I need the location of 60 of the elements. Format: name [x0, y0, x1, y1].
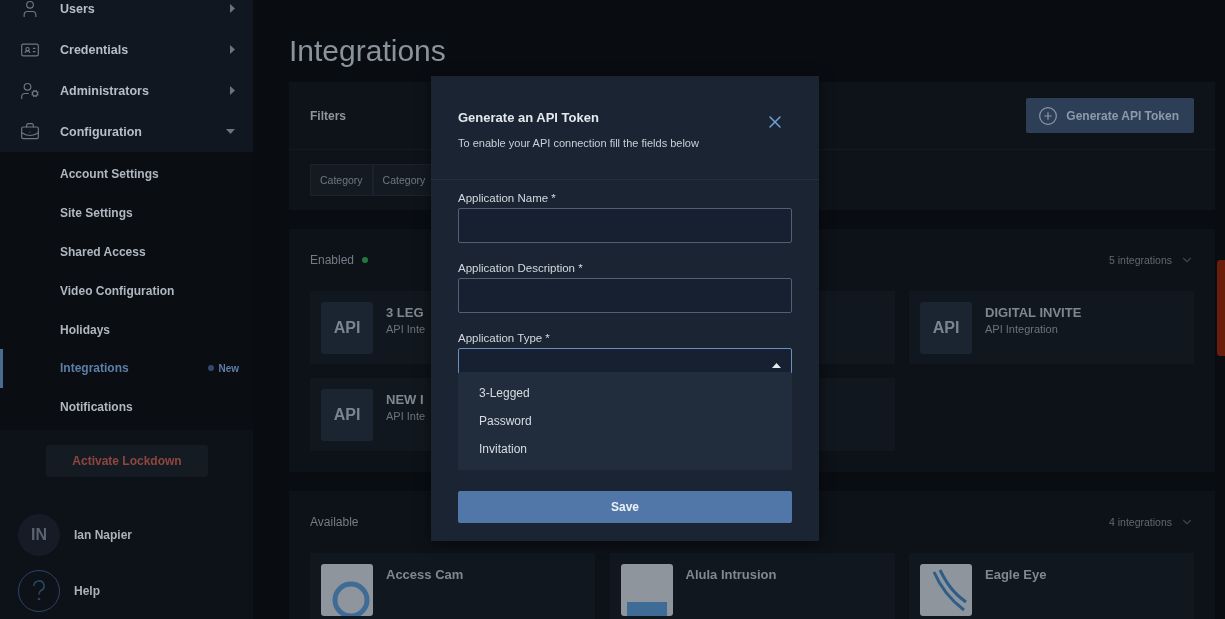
submenu-item[interactable]: Notifications — [0, 387, 253, 427]
api-logo: API — [321, 301, 373, 354]
integration-card[interactable]: Eagle Eye — [909, 553, 1194, 619]
dropdown-option[interactable]: Invitation — [458, 435, 792, 463]
section-title: Available — [310, 515, 359, 529]
field-label: Application Name * — [458, 192, 557, 206]
integration-type: API Inte — [386, 323, 426, 335]
integration-title: 3 LEG — [386, 305, 425, 320]
submenu-item[interactable]: Site Settings — [0, 193, 253, 233]
nav-item[interactable]: Credentials — [0, 29, 253, 70]
integration-count: 4 integrations — [1108, 516, 1172, 528]
caret-right-icon — [230, 86, 235, 95]
field-label: Application Type * — [458, 332, 551, 346]
plus-circle-icon — [1038, 105, 1059, 126]
dropdown-option[interactable]: 3-Legged — [458, 379, 792, 407]
integration-type: API Inte — [386, 410, 426, 422]
dropdown-option[interactable]: Password — [458, 407, 792, 435]
integration-title: Access Cam — [386, 567, 464, 582]
text-field[interactable] — [458, 278, 792, 313]
nav-item[interactable]: Configuration — [0, 111, 253, 152]
generate-token-button[interactable]: Generate API Token — [1026, 98, 1194, 133]
category-filter[interactable]: Category — [310, 164, 373, 196]
text-field[interactable] — [458, 208, 792, 243]
nav-item[interactable]: Administrators — [0, 70, 253, 111]
user-name[interactable]: Ian Napier — [74, 527, 133, 542]
api-logo: API — [920, 301, 972, 354]
integration-title: Alula Intrusion — [685, 567, 777, 582]
submenu-item[interactable]: Holidays — [0, 310, 253, 349]
help-link[interactable]: Help — [74, 583, 100, 598]
swoosh-logo — [920, 563, 972, 616]
filters-title: Filters — [310, 108, 346, 123]
integration-type: API Integration — [985, 323, 1059, 335]
api-logo: API — [321, 388, 373, 441]
scrollbar-thumb[interactable] — [1217, 260, 1225, 356]
submenu-item[interactable]: Integrations New — [0, 349, 253, 388]
integration-title: DIGITAL INVITE — [985, 305, 1082, 320]
caret-right-icon — [230, 45, 235, 54]
submenu-item[interactable]: Shared Access — [0, 232, 253, 272]
field-label: Application Description * — [458, 262, 584, 276]
dialog-title: Generate an API Token — [458, 110, 599, 125]
integration-card[interactable]: API DIGITAL INVITE API Integration — [909, 291, 1194, 364]
caret-down-icon — [226, 129, 235, 134]
submenu-item[interactable]: Account Settings — [0, 155, 253, 194]
user-badge-icon — [20, 80, 40, 101]
integration-count: 5 integrations — [1108, 254, 1172, 266]
submenu-item[interactable]: Video Configuration — [0, 271, 253, 311]
dialog-subtitle: To enable your API connection fill the fields below — [458, 137, 700, 149]
caret-right-icon — [230, 4, 235, 13]
briefcase-icon — [20, 121, 40, 142]
nav-item[interactable]: Users — [0, 0, 253, 29]
integration-card[interactable]: Access Cam — [310, 553, 595, 619]
save-button[interactable]: Save — [458, 491, 792, 523]
integration-title: Eagle Eye — [985, 567, 1047, 582]
integration-card[interactable]: Alula Intrusion — [609, 553, 895, 619]
section-title: Enabled — [310, 253, 355, 267]
page-title: Integrations — [289, 34, 447, 68]
integration-title: NEW I — [386, 392, 425, 407]
ring-logo — [321, 563, 373, 616]
new-badge: New — [208, 362, 239, 374]
wordmark-logo — [620, 563, 673, 616]
